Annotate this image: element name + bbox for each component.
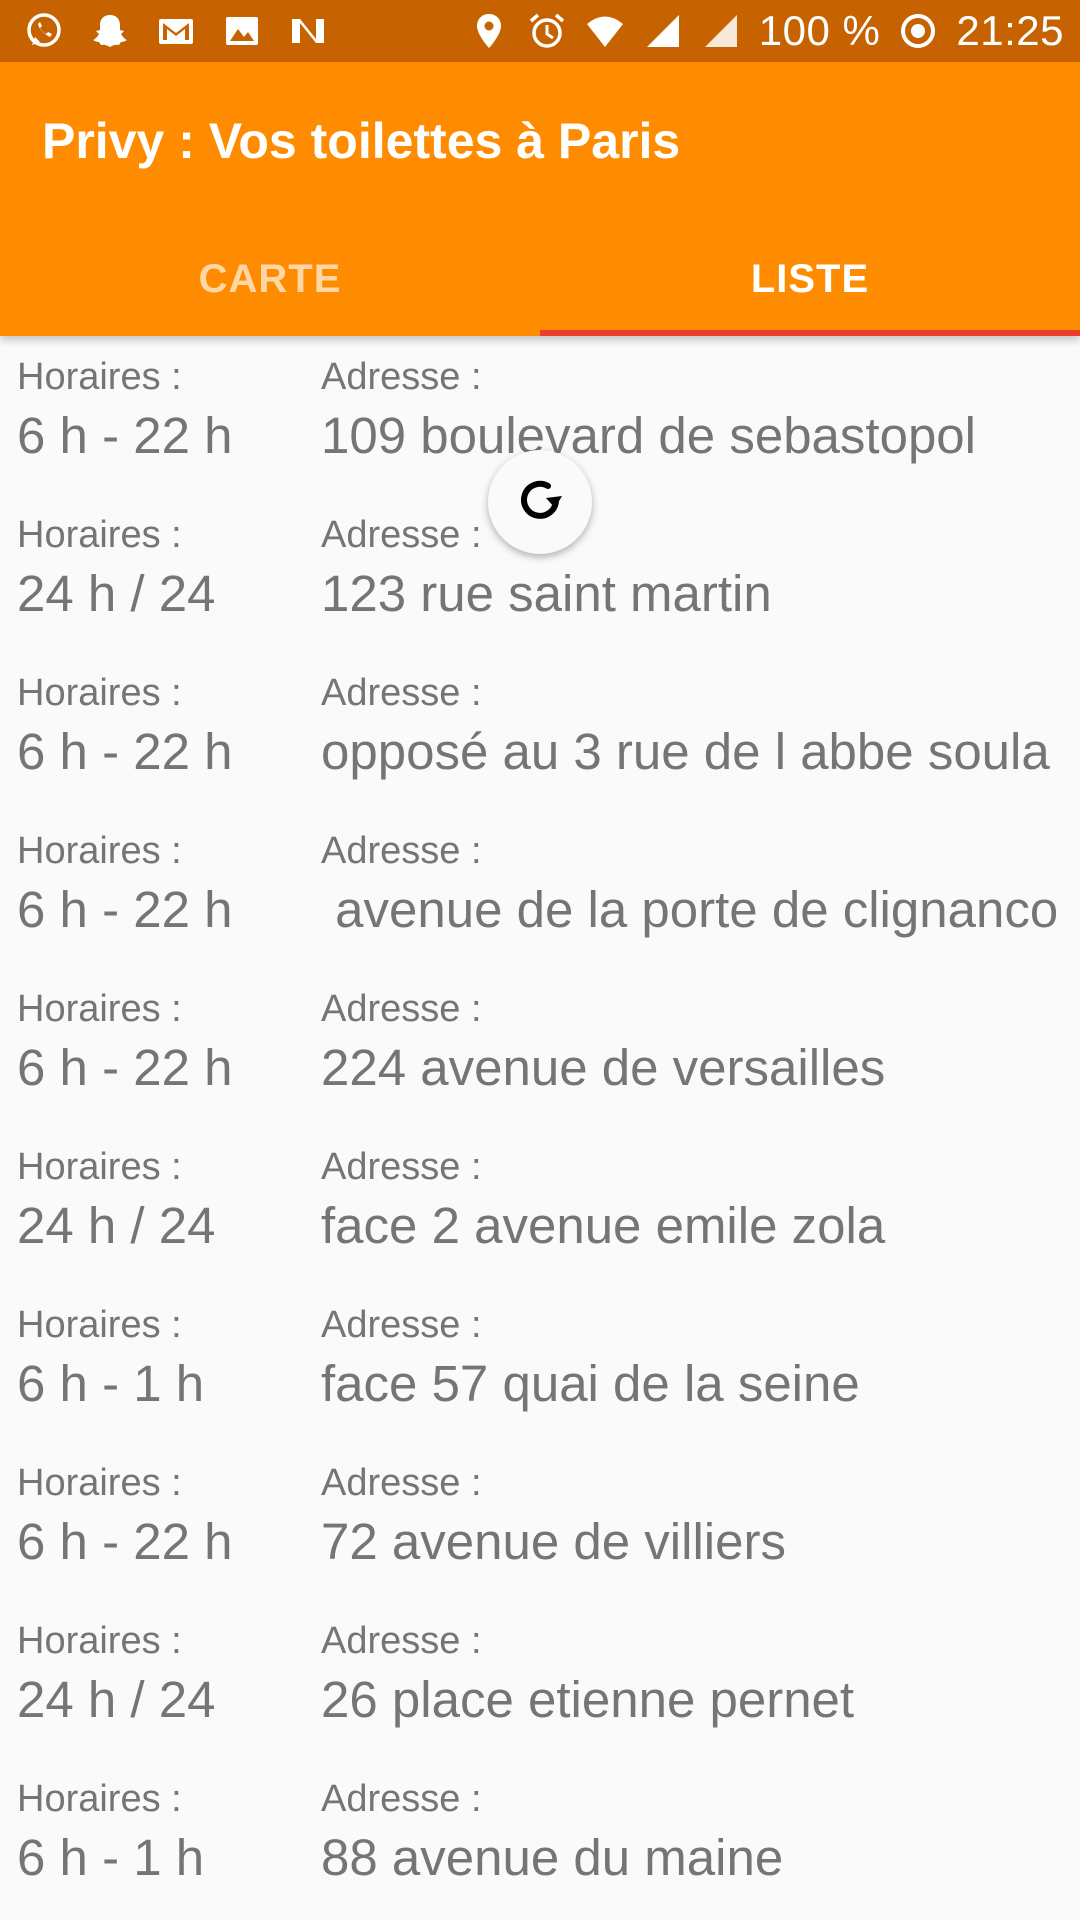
hours-value: 6 h - 22 h: [17, 881, 233, 938]
address-value: 109 boulevard de sebastopol: [321, 407, 977, 464]
hours-label: Horaires :: [17, 830, 182, 872]
address-label: Adresse :: [321, 830, 482, 872]
list-item[interactable]: Horaires : Adresse : 6 h - 22 h avenue d…: [0, 810, 1080, 968]
list-item[interactable]: Horaires : Adresse : 6 h - 22 h 72 avenu…: [0, 1442, 1080, 1600]
tab-liste-label: LISTE: [750, 256, 870, 301]
address-label: Adresse :: [321, 1620, 482, 1662]
hours-label: Horaires :: [17, 1304, 182, 1346]
list-item[interactable]: Horaires : Adresse : 6 h - 22 h opposé a…: [0, 652, 1080, 810]
address-label: Adresse :: [321, 672, 482, 714]
location-icon: [469, 11, 509, 51]
battery-saver-icon: [898, 11, 938, 51]
signal-icon-secondary: [701, 11, 741, 51]
status-bar: 100 % 21:25: [0, 0, 1080, 62]
alarm-icon: [527, 11, 567, 51]
list-item[interactable]: Horaires : Adresse : 6 h - 1 h 88 avenue…: [0, 1758, 1080, 1916]
address-label: Adresse :: [321, 356, 482, 398]
address-value: 88 avenue du maine: [321, 1829, 784, 1886]
signal-icon: [643, 11, 683, 51]
address-label: Adresse :: [321, 514, 482, 556]
hours-label: Horaires :: [17, 356, 182, 398]
hours-label: Horaires :: [17, 1778, 182, 1820]
tab-bar: CARTE LISTE: [0, 222, 1080, 336]
address-value: 72 avenue de villiers: [321, 1513, 786, 1570]
list-item[interactable]: Horaires : Adresse : 24 h / 24 26 place …: [0, 1600, 1080, 1758]
address-label: Adresse :: [321, 1462, 482, 1504]
address-label: Adresse :: [321, 988, 482, 1030]
list-item[interactable]: Horaires : Adresse : 6 h - 1 h face 57 q…: [0, 1284, 1080, 1442]
toilet-list[interactable]: Horaires : Adresse : 6 h - 22 h 109 boul…: [0, 336, 1080, 1916]
hours-value: 6 h - 1 h: [17, 1829, 205, 1886]
snapchat-icon: [90, 11, 130, 51]
hours-value: 6 h - 22 h: [17, 1513, 233, 1570]
refresh-icon: [512, 472, 568, 533]
n-app-icon: [288, 11, 328, 51]
tab-carte-label: CARTE: [198, 256, 342, 301]
page-title: Privy : Vos toilettes à Paris: [42, 113, 681, 169]
hours-label: Horaires :: [17, 1146, 182, 1188]
notification-icons: [24, 11, 328, 51]
wifi-icon: [585, 11, 625, 51]
address-value: 26 place etienne pernet: [321, 1671, 855, 1728]
hours-value: 24 h / 24: [17, 1671, 216, 1728]
hours-label: Horaires :: [17, 988, 182, 1030]
list-item[interactable]: Horaires : Adresse : 24 h / 24 face 2 av…: [0, 1126, 1080, 1284]
address-value: face 57 quai de la seine: [321, 1355, 860, 1412]
system-icons: 100 % 21:25: [469, 7, 1064, 55]
hours-value: 6 h - 22 h: [17, 723, 233, 780]
address-value: face 2 avenue emile zola: [321, 1197, 886, 1254]
app-bar: Privy : Vos toilettes à Paris CARTE LIST…: [0, 62, 1080, 336]
address-value: avenue de la porte de clignanco: [321, 881, 1059, 938]
hours-value: 6 h - 22 h: [17, 407, 233, 464]
address-value: 224 avenue de versailles: [321, 1039, 886, 1096]
address-value: opposé au 3 rue de l abbe soula: [321, 723, 1050, 780]
hours-value: 24 h / 24: [17, 565, 216, 622]
refresh-button[interactable]: [488, 450, 592, 554]
hours-value: 6 h - 1 h: [17, 1355, 205, 1412]
address-label: Adresse :: [321, 1304, 482, 1346]
gmail-icon: [156, 11, 196, 51]
address-label: Adresse :: [321, 1778, 482, 1820]
hours-value: 24 h / 24: [17, 1197, 216, 1254]
hours-label: Horaires :: [17, 1620, 182, 1662]
hours-label: Horaires :: [17, 672, 182, 714]
gallery-icon: [222, 11, 262, 51]
hours-value: 6 h - 22 h: [17, 1039, 233, 1096]
tab-carte[interactable]: CARTE: [0, 222, 540, 336]
whatsapp-icon: [24, 11, 64, 51]
tab-liste[interactable]: LISTE: [540, 222, 1080, 336]
address-value: 123 rue saint martin: [321, 565, 772, 622]
list-item[interactable]: Horaires : Adresse : 6 h - 22 h 224 aven…: [0, 968, 1080, 1126]
clock: 21:25: [956, 7, 1064, 54]
battery-percentage: 100 %: [758, 7, 881, 54]
address-label: Adresse :: [321, 1146, 482, 1188]
hours-label: Horaires :: [17, 1462, 182, 1504]
hours-label: Horaires :: [17, 514, 182, 556]
